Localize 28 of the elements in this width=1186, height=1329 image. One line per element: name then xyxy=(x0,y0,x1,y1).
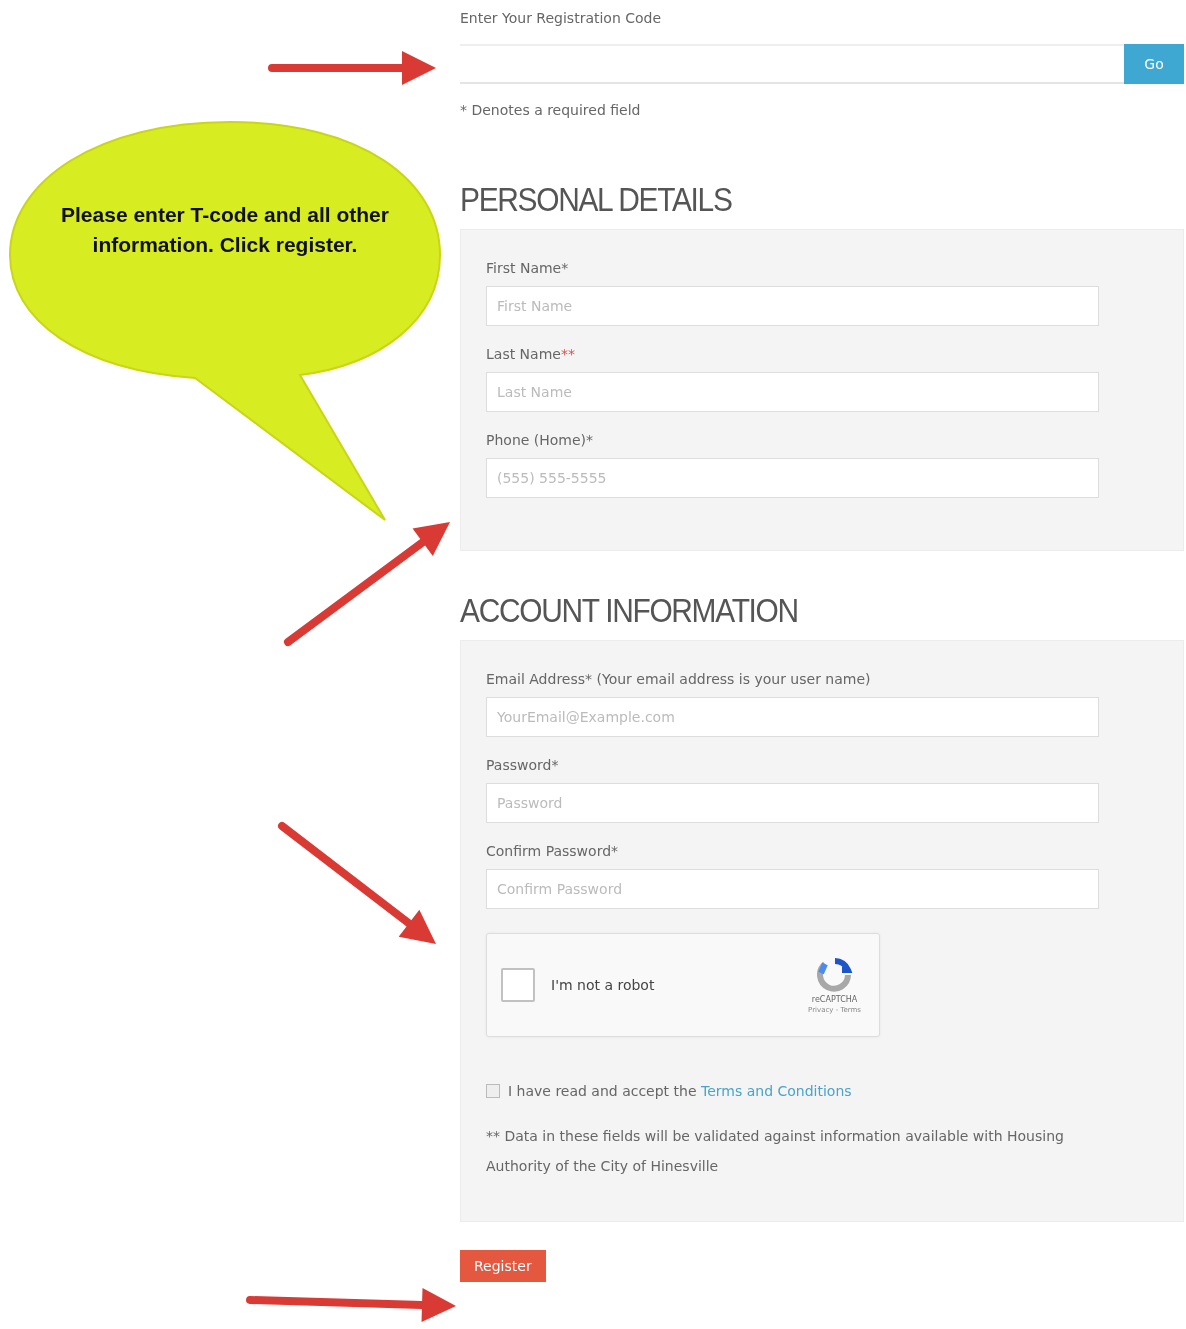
input-field[interactable]: Confirm Password xyxy=(486,869,1099,909)
field-label: Password* xyxy=(486,757,560,773)
input-field[interactable]: YourEmail@Example.com xyxy=(486,697,1099,737)
go-button[interactable]: Go xyxy=(1124,44,1184,84)
input-field[interactable]: Last Name xyxy=(486,372,1099,412)
field-label: Last Name** xyxy=(486,346,576,362)
terms-checkbox[interactable] xyxy=(486,1084,500,1098)
recaptcha-logo-icon xyxy=(816,956,853,993)
terms-link[interactable]: Terms and Conditions xyxy=(701,1083,852,1099)
field-label: First Name* xyxy=(486,260,570,276)
field-label: Enter Your Registration Code xyxy=(460,10,663,28)
field-label: Email Address* (Your email address is your user name) xyxy=(486,671,872,687)
input-field[interactable]: (555) 555-5555 xyxy=(486,458,1099,498)
input-field[interactable]: First Name xyxy=(486,286,1099,326)
field-label: Phone (Home)* xyxy=(486,432,595,448)
section-heading: PERSONAL DETAILS xyxy=(460,180,732,219)
terms-text: I have read and accept the Terms and Conditions xyxy=(508,1083,852,1099)
field-label: Confirm Password* xyxy=(486,843,620,859)
captcha-checkbox[interactable] xyxy=(501,968,535,1002)
required-note: * Denotes a required field xyxy=(460,102,642,118)
input-field[interactable]: Password xyxy=(486,783,1099,823)
register-button[interactable]: Register xyxy=(460,1250,546,1282)
captcha-label: I'm not a robot xyxy=(551,977,656,993)
registration-code-field[interactable] xyxy=(460,44,1124,84)
footnote: ** Data in these fields will be validated against information available with Housing Authority of the City of Hinesville xyxy=(486,1127,1065,1176)
callout-text: Please enter T-code and all other information. Click register. xyxy=(60,202,390,258)
section-heading: ACCOUNT INFORMATION xyxy=(460,591,798,630)
captcha-brand: reCAPTCHA xyxy=(811,994,858,1004)
